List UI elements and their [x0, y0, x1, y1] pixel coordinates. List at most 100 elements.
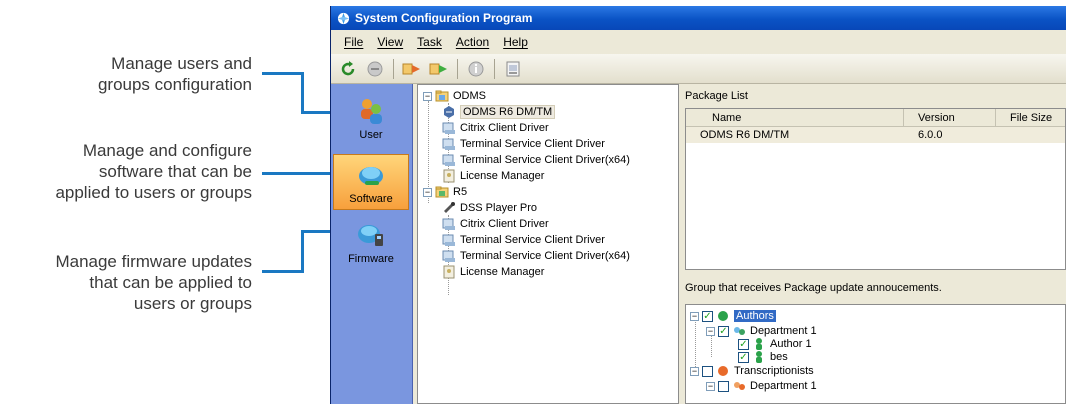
tree-item-label: Terminal Service Client Driver(x64) — [460, 250, 630, 262]
menu-file[interactable]: File — [337, 33, 370, 51]
toolbar — [331, 54, 1066, 84]
user-icon — [756, 351, 762, 363]
callout-software-line3: applied to users or groups — [55, 183, 252, 202]
group-label: bes — [770, 351, 788, 363]
tree-item[interactable]: License Manager — [442, 168, 544, 184]
driver-icon — [442, 122, 455, 134]
tree-item-label: License Manager — [460, 266, 545, 278]
menu-task[interactable]: Task — [410, 33, 449, 51]
column-header-size[interactable]: File Size — [996, 109, 1065, 126]
import-icon — [402, 63, 420, 74]
toolbar-separator — [494, 58, 495, 79]
checkbox[interactable]: ✓ — [702, 310, 713, 322]
group-tree: − ✓ Authors − ✓ Department 1 ✓ Author 1 … — [685, 304, 1066, 404]
main-content: User Software Firmware − ODMS ODMS R6 DM… — [331, 84, 1066, 404]
folder-icon — [435, 90, 449, 102]
stop-button[interactable] — [364, 58, 386, 80]
tree-item[interactable]: License Manager — [442, 264, 544, 280]
callout-firmware: Manage firmware updates that can be appl… — [0, 251, 252, 314]
connector-users-v — [301, 72, 304, 114]
callout-software: Manage and configure software that can b… — [0, 140, 252, 203]
checkbox[interactable] — [702, 365, 713, 377]
tree-item[interactable]: Citrix Client Driver — [442, 120, 549, 136]
refresh-button[interactable] — [337, 58, 359, 80]
department-icon — [734, 382, 745, 390]
collapse-toggle[interactable]: − — [690, 366, 699, 376]
sidebar-item-software[interactable]: Software — [333, 154, 409, 210]
app-icon — [337, 12, 350, 24]
tree-guide — [695, 319, 696, 369]
tree-item[interactable]: Terminal Service Client Driver(x64) — [442, 248, 630, 264]
settings-icon — [506, 61, 520, 76]
checkbox[interactable]: ✓ — [738, 351, 749, 363]
sidebar-item-label: Software — [349, 192, 393, 205]
tree-item-label: Terminal Service Client Driver — [460, 234, 605, 246]
folder-icon — [435, 186, 449, 198]
collapse-toggle[interactable]: − — [706, 381, 715, 391]
package-icon — [444, 106, 454, 118]
callout-users: Manage users and groups configuration — [20, 53, 252, 95]
window-title: System Configuration Program — [355, 11, 533, 25]
collapse-toggle[interactable]: − — [423, 91, 432, 101]
tree-item[interactable]: ODMS R6 DM/TM — [442, 104, 556, 120]
toolbar-separator — [457, 58, 458, 79]
group-tree-title: Group that receives Package update annou… — [685, 282, 942, 294]
collapse-toggle[interactable]: − — [423, 187, 432, 197]
menu-help[interactable]: Help — [496, 33, 535, 51]
sidebar-item-user[interactable]: User — [333, 90, 409, 146]
tree-group-r5[interactable]: − R5 — [423, 184, 467, 200]
cell-version: 6.0.0 — [918, 129, 943, 141]
callout-software-line2: software that can be — [98, 162, 252, 181]
checkbox[interactable]: ✓ — [738, 338, 749, 350]
settings-button[interactable] — [502, 58, 524, 80]
callout-firmware-line3: users or groups — [133, 294, 252, 313]
checkbox[interactable] — [718, 380, 729, 392]
cell-size — [996, 127, 1065, 143]
tree-item[interactable]: Terminal Service Client Driver — [442, 232, 605, 248]
driver-icon — [442, 154, 455, 166]
toolbar-separator — [393, 58, 394, 79]
sidebar-item-firmware[interactable]: Firmware — [333, 214, 409, 270]
callout-firmware-line1: Manage firmware updates — [55, 252, 252, 271]
tree-item[interactable]: Terminal Service Client Driver(x64) — [442, 152, 630, 168]
tree-item-label: Citrix Client Driver — [460, 122, 549, 134]
tree-item-label: DSS Player Pro — [460, 202, 538, 214]
cell-name: ODMS R6 DM/TM — [700, 129, 790, 141]
checkbox[interactable]: ✓ — [718, 325, 729, 337]
tree-item[interactable]: Terminal Service Client Driver — [442, 136, 605, 152]
tree-item[interactable]: Citrix Client Driver — [442, 216, 549, 232]
users-icon — [361, 98, 382, 124]
sidebar: User Software Firmware — [331, 84, 413, 404]
group-node-authors[interactable]: − ✓ Authors — [690, 308, 776, 324]
group-label: Authors — [734, 310, 776, 322]
info-button[interactable] — [465, 58, 487, 80]
column-header-version[interactable]: Version — [904, 109, 996, 126]
group-icon — [718, 366, 728, 376]
tree-item-label: License Manager — [460, 170, 545, 182]
group-icon — [718, 311, 728, 321]
tree-group-odms[interactable]: − ODMS — [423, 88, 486, 104]
driver-icon — [442, 218, 455, 230]
menu-bar: File View Task Action Help — [331, 30, 1066, 54]
table-header: Name Version File Size — [686, 109, 1065, 127]
group-node-transcriptionists[interactable]: − Transcriptionists — [690, 363, 814, 379]
column-header-name[interactable]: Name — [686, 109, 904, 126]
collapse-toggle[interactable]: − — [690, 311, 699, 321]
table-row[interactable]: ODMS R6 DM/TM 6.0.0 — [686, 127, 1065, 143]
firmware-icon — [358, 224, 383, 246]
tree-item-label: Terminal Service Client Driver — [460, 138, 605, 150]
group-label: Transcriptionists — [734, 365, 814, 377]
export-icon — [429, 63, 447, 74]
import-button[interactable] — [401, 58, 423, 80]
tree-group-label: ODMS — [453, 90, 486, 102]
package-table: Name Version File Size ODMS R6 DM/TM 6.0… — [685, 108, 1066, 270]
tree-item[interactable]: DSS Player Pro — [442, 200, 537, 216]
tree-group-label: R5 — [453, 186, 468, 198]
export-button[interactable] — [428, 58, 450, 80]
sidebar-item-label: User — [359, 128, 383, 141]
group-node-department[interactable]: − Department 1 — [706, 378, 817, 394]
driver-icon — [442, 250, 455, 262]
menu-action[interactable]: Action — [449, 33, 496, 51]
menu-view[interactable]: View — [370, 33, 410, 51]
collapse-toggle[interactable]: − — [706, 326, 715, 336]
